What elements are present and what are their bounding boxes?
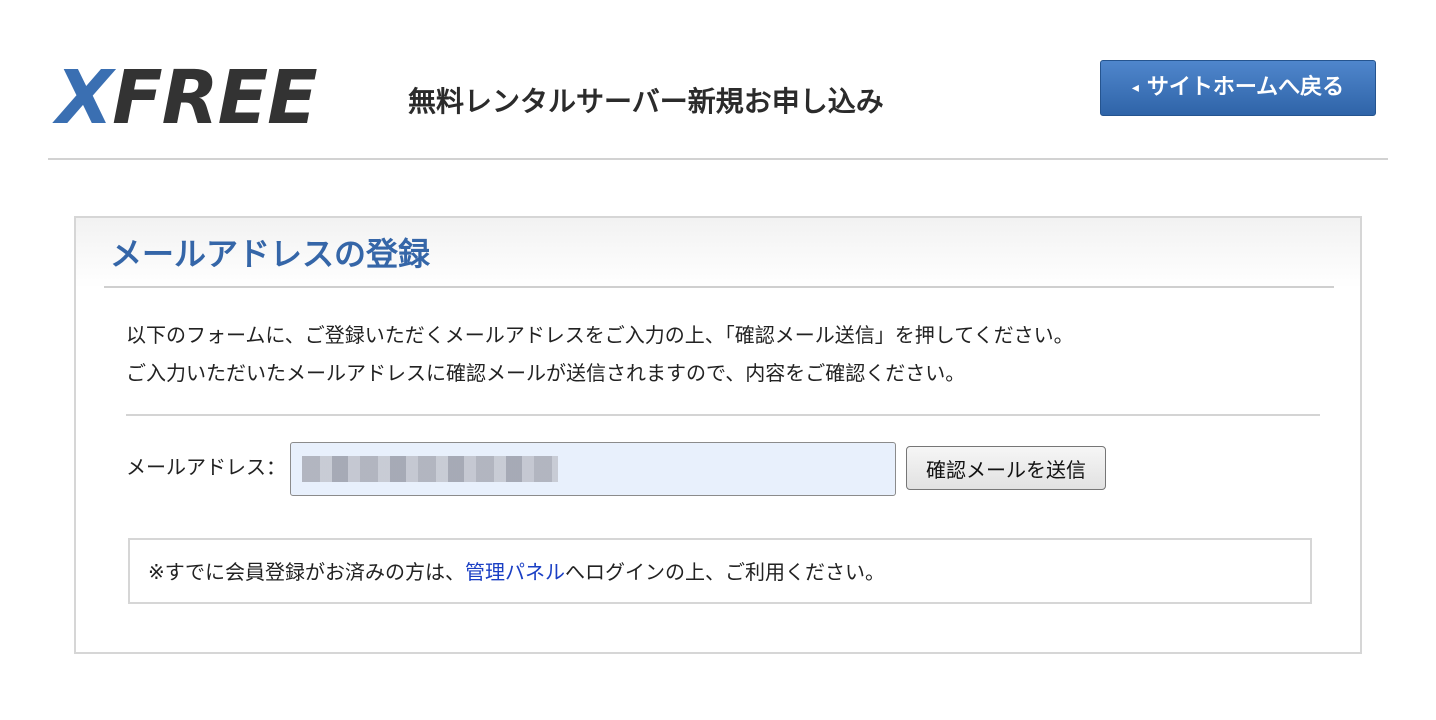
intro-line-1: 以下のフォームに、ご登録いただくメールアドレスをご入力の上、「確認メール送信」を… [126, 323, 1074, 347]
note-text: ※すでに会員登録がお済みの方は、管理パネルへログインの上、ご利用ください。 [148, 558, 885, 586]
intro-divider [126, 414, 1320, 416]
existing-member-note: ※すでに会員登録がお済みの方は、管理パネルへログインの上、ご利用ください。 [128, 538, 1312, 604]
back-to-site-home-button[interactable]: ◂ サイトホームへ戻る [1100, 60, 1376, 116]
panel-header: メールアドレスの登録 [76, 218, 1360, 288]
xfree-logo[interactable]: XFREE [56, 55, 318, 141]
panel-title-divider [104, 286, 1334, 288]
note-prefix: ※すでに会員登録がお済みの方は、 [148, 560, 465, 584]
email-input[interactable] [290, 442, 896, 496]
header: XFREE 無料レンタルサーバー新規お申し込み ◂ サイトホームへ戻る [48, 0, 1388, 160]
panel-title: メールアドレスの登録 [110, 235, 431, 273]
page-title: 無料レンタルサーバー新規お申し込み [408, 85, 884, 118]
admin-panel-link[interactable]: 管理パネル [465, 560, 565, 584]
send-confirmation-email-button[interactable]: 確認メールを送信 [906, 446, 1106, 490]
email-label: メールアドレス： [126, 455, 286, 479]
email-registration-panel: メールアドレスの登録 以下のフォームに、ご登録いただくメールアドレスをご入力の上… [74, 216, 1362, 654]
intro-line-2: ご入力いただいたメールアドレスに確認メールが送信されますので、内容をご確認くださ… [126, 361, 966, 385]
page: XFREE 無料レンタルサーバー新規お申し込み ◂ サイトホームへ戻る メールアド… [0, 0, 1436, 720]
chevron-left-icon: ◂ [1131, 80, 1139, 96]
logo-rest: FREE [112, 55, 318, 141]
intro-text: 以下のフォームに、ご登録いただくメールアドレスをご入力の上、「確認メール送信」を… [126, 316, 1074, 392]
back-button-label: サイトホームへ戻る [1146, 75, 1345, 100]
logo-x: X [56, 55, 113, 141]
note-suffix: へログインの上、ご利用ください。 [564, 560, 885, 584]
